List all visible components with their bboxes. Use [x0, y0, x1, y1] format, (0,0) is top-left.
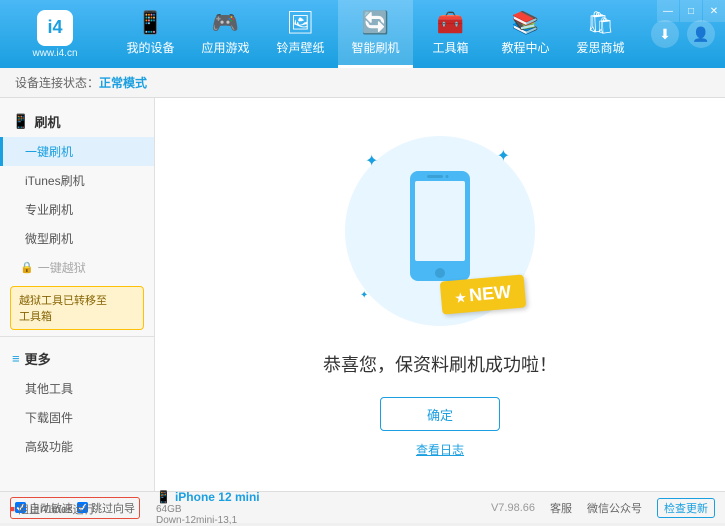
nav-my-device-label: 我的设备: [126, 39, 174, 56]
nav-smart-flash-label: 智能刷机: [351, 39, 399, 56]
success-message: 恭喜您，保资料刷机成功啦！: [323, 351, 557, 377]
lock-icon: 🔒: [20, 261, 34, 274]
apps-games-icon: 🎮: [212, 10, 239, 36]
app-logo: i4 www.i4.cn: [10, 0, 100, 68]
sidebar-item-one-key-flash[interactable]: 一键刷机: [0, 137, 154, 166]
nav-smart-flash[interactable]: 🔄 智能刷机: [338, 0, 413, 68]
sidebar-item-micro-flash[interactable]: 微型刷机: [0, 224, 154, 253]
flash-section-icon: 📱: [12, 113, 29, 130]
sparkle-1: ✦: [365, 151, 378, 171]
status-label: 设备连接状态：: [15, 74, 99, 91]
new-badge: NEW: [440, 274, 527, 314]
sidebar-item-download-firmware[interactable]: 下载固件: [0, 403, 154, 432]
sparkle-3: ✦: [360, 290, 368, 301]
nav-store-label: 爱思商城: [576, 39, 624, 56]
sidebar-more-label: 更多: [25, 349, 51, 368]
sidebar-warning-text: 越狱工具已转移至工具箱: [19, 295, 107, 323]
minimize-button[interactable]: —: [657, 0, 679, 22]
logo-icon: i4: [37, 10, 73, 46]
device-name: iPhone 12 mini: [175, 490, 260, 504]
update-button[interactable]: 检查更新: [657, 498, 715, 518]
version-text: V7.98.66: [491, 502, 535, 514]
bottom-right-area: V7.98.66 客服 微信公众号 检查更新: [491, 498, 715, 518]
nav-apps-games[interactable]: 🎮 应用游戏: [188, 0, 263, 68]
phone-graphic: [405, 171, 475, 291]
stop-icon: ⏹: [10, 504, 15, 515]
device-model: Down-12mini-13,1: [156, 515, 260, 526]
top-bar: — □ ✕ i4 www.i4.cn 📱 我的设备 🎮 应用游戏 🖼 铃声壁纸 …: [0, 0, 725, 68]
sidebar-warning-jailbreak: 越狱工具已转移至工具箱: [10, 286, 144, 330]
confirm-button[interactable]: 确定: [380, 397, 500, 431]
store-icon: 🛍: [587, 10, 615, 36]
sidebar: 📱 刷机 一键刷机 iTunes刷机 专业刷机 微型刷机 🔒 一键越狱 越狱工具…: [0, 98, 155, 491]
device-phone-icon: 📱: [156, 490, 171, 504]
sidebar-item-other-tools[interactable]: 其他工具: [0, 374, 154, 403]
nav-wallpaper[interactable]: 🖼 铃声壁纸: [263, 0, 338, 68]
window-controls: — □ ✕: [657, 0, 725, 22]
content-area: ✦ ✦ ✦ NEW 恭喜您，保资料刷机成功啦！ 确定 查看日志: [155, 98, 725, 491]
main-nav: 📱 我的设备 🎮 应用游戏 🖼 铃声壁纸 🔄 智能刷机 🧰 工具箱 📚 教程中心…: [100, 0, 651, 68]
nav-tutorial[interactable]: 📚 教程中心: [488, 0, 563, 68]
status-bar: 设备连接状态： 正常模式: [0, 68, 725, 98]
sidebar-locked-label: 一键越狱: [38, 259, 86, 276]
nav-tutorial-label: 教程中心: [501, 39, 549, 56]
sidebar-section-flash: 📱 刷机: [0, 106, 154, 137]
main-layout: 📱 刷机 一键刷机 iTunes刷机 专业刷机 微型刷机 🔒 一键越狱 越狱工具…: [0, 98, 725, 491]
support-link[interactable]: 客服: [550, 500, 572, 516]
smart-flash-icon: 🔄: [362, 10, 389, 36]
restore-button[interactable]: □: [680, 0, 702, 22]
nav-store[interactable]: 🛍 爱思商城: [563, 0, 638, 68]
account-button[interactable]: 👤: [687, 20, 715, 48]
nav-wallpaper-label: 铃声壁纸: [276, 39, 324, 56]
sidebar-divider: [0, 336, 154, 337]
my-device-icon: 📱: [137, 10, 164, 36]
itunes-status-label: 阻止iTunes运行: [18, 501, 95, 517]
nav-right-area: ⬇ 👤: [651, 20, 715, 48]
new-badge-text: NEW: [468, 282, 512, 306]
nav-toolbox[interactable]: 🧰 工具箱: [413, 0, 488, 68]
logo-text: www.i4.cn: [32, 48, 77, 59]
sidebar-item-advanced[interactable]: 高级功能: [0, 432, 154, 461]
nav-my-device[interactable]: 📱 我的设备: [113, 0, 188, 68]
close-button[interactable]: ✕: [703, 0, 725, 22]
success-illustration: ✦ ✦ ✦ NEW: [340, 131, 540, 331]
status-value: 正常模式: [99, 74, 147, 91]
nav-toolbox-label: 工具箱: [432, 39, 468, 56]
sidebar-locked-jailbreak: 🔒 一键越狱: [0, 253, 154, 282]
bottom-bar: 自动敏速 跳过向导 📱 iPhone 12 mini 64GB Down-12m…: [0, 491, 725, 523]
device-storage: 64GB: [156, 504, 260, 515]
view-log-link[interactable]: 查看日志: [416, 441, 464, 458]
nav-apps-games-label: 应用游戏: [201, 39, 249, 56]
sidebar-item-pro-flash[interactable]: 专业刷机: [0, 195, 154, 224]
skip-wizard-label: 跳过向导: [91, 500, 135, 516]
device-info: 📱 iPhone 12 mini 64GB Down-12mini-13,1: [156, 490, 260, 526]
itunes-status: ⏹ 阻止iTunes运行: [10, 501, 95, 517]
download-button[interactable]: ⬇: [651, 20, 679, 48]
sidebar-section-more: ≡ 更多: [0, 343, 154, 374]
sidebar-section-flash-label: 刷机: [34, 112, 60, 131]
sparkle-2: ✦: [497, 146, 510, 166]
wallpaper-icon: 🖼: [287, 10, 315, 36]
sidebar-item-itunes-flash[interactable]: iTunes刷机: [0, 166, 154, 195]
toolbox-icon: 🧰: [437, 10, 464, 36]
wechat-link[interactable]: 微信公众号: [587, 500, 642, 516]
tutorial-icon: 📚: [512, 10, 539, 36]
